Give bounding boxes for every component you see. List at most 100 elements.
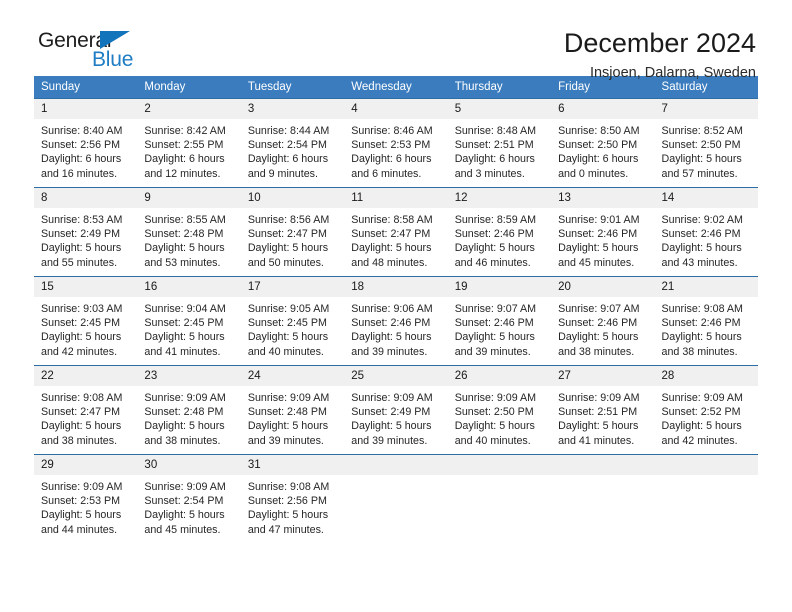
calendar-day-cell[interactable]: 2 Sunrise: 8:42 AM Sunset: 2:55 PM Daylight…	[137, 98, 241, 188]
sunrise-text: Sunrise: 9:09 AM	[144, 481, 226, 493]
daylight-text-line1: Daylight: 5 hours	[558, 242, 639, 255]
calendar-day-cell[interactable]: 8 Sunrise: 8:53 AM Sunset: 2:49 PM Daylight…	[34, 187, 138, 277]
sunset-text: Sunset: 2:45 PM	[247, 317, 327, 330]
daylight-text-line2: and 44 minutes.	[41, 523, 118, 536]
sunrise-text: Sunrise: 9:09 AM	[351, 392, 433, 404]
sunrise-text: Sunrise: 9:03 AM	[41, 303, 123, 315]
day-number: 20	[551, 277, 655, 297]
calendar-day-cell[interactable]: 16 Sunrise: 9:04 AM Sunset: 2:45 PM Dayligh…	[137, 276, 241, 366]
calendar-week-row: 15 Sunrise: 9:03 AM Sunset: 2:45 PM Dayligh…	[34, 276, 758, 366]
daylight-text-line2: and 39 minutes.	[454, 345, 531, 358]
day-details: Sunrise: 8:48 AM Sunset: 2:51 PM Daylight:…	[448, 119, 551, 181]
day-number: 22	[34, 366, 138, 386]
calendar-day-cell[interactable]: 5 Sunrise: 8:48 AM Sunset: 2:51 PM Daylight…	[447, 98, 552, 188]
daylight-text-line2: and 43 minutes.	[661, 256, 738, 269]
calendar-day-cell[interactable]: 23 Sunrise: 9:09 AM Sunset: 2:48 PM Dayligh…	[137, 365, 241, 455]
sunset-text: Sunset: 2:46 PM	[351, 317, 431, 330]
calendar-day-cell[interactable]: 26 Sunrise: 9:09 AM Sunset: 2:50 PM Dayligh…	[447, 365, 552, 455]
daylight-text-line2: and 41 minutes.	[144, 345, 221, 358]
calendar-day-cell[interactable]: 3 Sunrise: 8:44 AM Sunset: 2:54 PM Daylight…	[240, 98, 345, 188]
calendar-day-cell[interactable]: 14 Sunrise: 9:02 AM Sunset: 2:46 PM Dayligh…	[654, 187, 758, 277]
sunrise-text: Sunrise: 8:52 AM	[661, 125, 743, 137]
calendar-day-cell[interactable]: 4 Sunrise: 8:46 AM Sunset: 2:53 PM Daylight…	[344, 98, 448, 188]
sunset-text: Sunset: 2:50 PM	[454, 406, 534, 419]
day-details: Sunrise: 9:04 AM Sunset: 2:45 PM Daylight:…	[137, 297, 240, 359]
calendar-day-cell[interactable]: 28 Sunrise: 9:09 AM Sunset: 2:52 PM Dayligh…	[654, 365, 758, 455]
day-number: 7	[654, 99, 758, 119]
calendar-empty-cell	[344, 454, 448, 544]
calendar-day-cell[interactable]: 31 Sunrise: 9:08 AM Sunset: 2:56 PM Dayligh…	[240, 454, 345, 544]
calendar-day-cell[interactable]: 18 Sunrise: 9:06 AM Sunset: 2:46 PM Dayligh…	[344, 276, 448, 366]
daylight-text-line1: Daylight: 5 hours	[41, 242, 122, 255]
day-details: Sunrise: 9:09 AM Sunset: 2:48 PM Daylight:…	[137, 386, 240, 448]
calendar-day-cell[interactable]: 21 Sunrise: 9:08 AM Sunset: 2:46 PM Dayligh…	[654, 276, 758, 366]
daylight-text-line1: Daylight: 6 hours	[558, 153, 639, 166]
calendar-day-cell[interactable]: 30 Sunrise: 9:09 AM Sunset: 2:54 PM Dayligh…	[137, 454, 241, 544]
day-number: 3	[240, 99, 345, 119]
day-number: 23	[137, 366, 241, 386]
day-details: Sunrise: 9:07 AM Sunset: 2:46 PM Daylight:…	[448, 297, 551, 359]
sunrise-text: Sunrise: 9:09 AM	[558, 392, 640, 404]
day-number: 16	[137, 277, 241, 297]
sunset-text: Sunset: 2:53 PM	[351, 139, 431, 152]
calendar-day-cell[interactable]: 19 Sunrise: 9:07 AM Sunset: 2:46 PM Dayligh…	[447, 276, 552, 366]
daylight-text-line2: and 3 minutes.	[454, 167, 525, 180]
sunset-text: Sunset: 2:52 PM	[661, 406, 741, 419]
calendar-day-cell[interactable]: 10 Sunrise: 8:56 AM Sunset: 2:47 PM Dayligh…	[240, 187, 345, 277]
calendar-day-cell[interactable]: 9 Sunrise: 8:55 AM Sunset: 2:48 PM Daylight…	[137, 187, 241, 277]
sunrise-text: Sunrise: 8:58 AM	[351, 214, 433, 226]
calendar-day-cell[interactable]: 29 Sunrise: 9:09 AM Sunset: 2:53 PM Dayligh…	[34, 454, 138, 544]
day-details: Sunrise: 9:07 AM Sunset: 2:46 PM Daylight:…	[551, 297, 654, 359]
day-number: 18	[344, 277, 448, 297]
general-blue-logo[interactable]: General Blue	[34, 28, 164, 78]
daylight-text-line1: Daylight: 5 hours	[454, 420, 535, 433]
daylight-text-line1: Daylight: 5 hours	[144, 331, 225, 344]
calendar-day-cell[interactable]: 13 Sunrise: 9:01 AM Sunset: 2:46 PM Dayligh…	[551, 187, 655, 277]
calendar-day-cell[interactable]: 15 Sunrise: 9:03 AM Sunset: 2:45 PM Dayligh…	[34, 276, 138, 366]
daylight-text-line1: Daylight: 5 hours	[41, 509, 122, 522]
calendar-day-cell[interactable]: 25 Sunrise: 9:09 AM Sunset: 2:49 PM Dayligh…	[344, 365, 448, 455]
sunrise-text: Sunrise: 8:40 AM	[41, 125, 123, 137]
sunrise-text: Sunrise: 9:06 AM	[351, 303, 433, 315]
calendar-day-cell[interactable]: 20 Sunrise: 9:07 AM Sunset: 2:46 PM Dayligh…	[551, 276, 655, 366]
calendar-day-cell[interactable]: 17 Sunrise: 9:05 AM Sunset: 2:45 PM Dayligh…	[240, 276, 345, 366]
sunrise-text: Sunrise: 8:44 AM	[247, 125, 330, 137]
weekday-header-tuesday: Tuesday	[240, 76, 345, 99]
daylight-text-line2: and 39 minutes.	[351, 345, 428, 358]
day-details: Sunrise: 9:02 AM Sunset: 2:46 PM Daylight:…	[655, 208, 758, 270]
calendar-week-row: 8 Sunrise: 8:53 AM Sunset: 2:49 PM Daylight…	[34, 187, 758, 277]
weekday-header-thursday: Thursday	[447, 76, 552, 99]
sunset-text: Sunset: 2:49 PM	[351, 406, 431, 419]
daylight-text-line1: Daylight: 5 hours	[454, 331, 535, 344]
calendar-day-cell[interactable]: 22 Sunrise: 9:08 AM Sunset: 2:47 PM Dayligh…	[34, 365, 138, 455]
calendar-day-cell[interactable]: 11 Sunrise: 8:58 AM Sunset: 2:47 PM Dayligh…	[344, 187, 448, 277]
daylight-text-line2: and 46 minutes.	[454, 256, 531, 269]
day-details: Sunrise: 9:06 AM Sunset: 2:46 PM Daylight:…	[344, 297, 447, 359]
sunrise-text: Sunrise: 8:48 AM	[454, 125, 537, 137]
daylight-text-line1: Daylight: 6 hours	[454, 153, 535, 166]
calendar-day-cell[interactable]: 12 Sunrise: 8:59 AM Sunset: 2:46 PM Dayligh…	[447, 187, 552, 277]
day-details: Sunrise: 9:09 AM Sunset: 2:51 PM Daylight:…	[551, 386, 654, 448]
calendar-day-cell[interactable]: 24 Sunrise: 9:09 AM Sunset: 2:48 PM Dayligh…	[240, 365, 345, 455]
sunrise-text: Sunrise: 9:04 AM	[144, 303, 226, 315]
daylight-text-line2: and 50 minutes.	[247, 256, 324, 269]
day-details: Sunrise: 9:08 AM Sunset: 2:46 PM Daylight:…	[655, 297, 758, 359]
daylight-text-line1: Daylight: 6 hours	[351, 153, 432, 166]
day-number: 26	[447, 366, 552, 386]
calendar-day-cell[interactable]: 7 Sunrise: 8:52 AM Sunset: 2:50 PM Daylight…	[654, 98, 758, 188]
daylight-text-line2: and 45 minutes.	[558, 256, 635, 269]
daylight-text-line1: Daylight: 5 hours	[661, 153, 742, 166]
daylight-text-line1: Daylight: 5 hours	[247, 509, 329, 522]
calendar-day-cell[interactable]: 27 Sunrise: 9:09 AM Sunset: 2:51 PM Dayligh…	[551, 365, 655, 455]
sunrise-text: Sunrise: 9:02 AM	[661, 214, 743, 226]
calendar-day-cell[interactable]: 6 Sunrise: 8:50 AM Sunset: 2:50 PM Daylight…	[551, 98, 655, 188]
calendar-day-cell[interactable]: 1 Sunrise: 8:40 AM Sunset: 2:56 PM Daylight…	[34, 98, 138, 188]
day-number: 8	[34, 188, 138, 208]
sunset-text: Sunset: 2:54 PM	[247, 139, 327, 152]
day-number: 6	[551, 99, 655, 119]
day-number: 10	[240, 188, 345, 208]
sunset-text: Sunset: 2:48 PM	[144, 406, 224, 419]
sunrise-text: Sunrise: 9:09 AM	[454, 392, 537, 404]
sunrise-text: Sunrise: 9:08 AM	[247, 481, 330, 493]
daylight-text-line1: Daylight: 5 hours	[247, 331, 329, 344]
